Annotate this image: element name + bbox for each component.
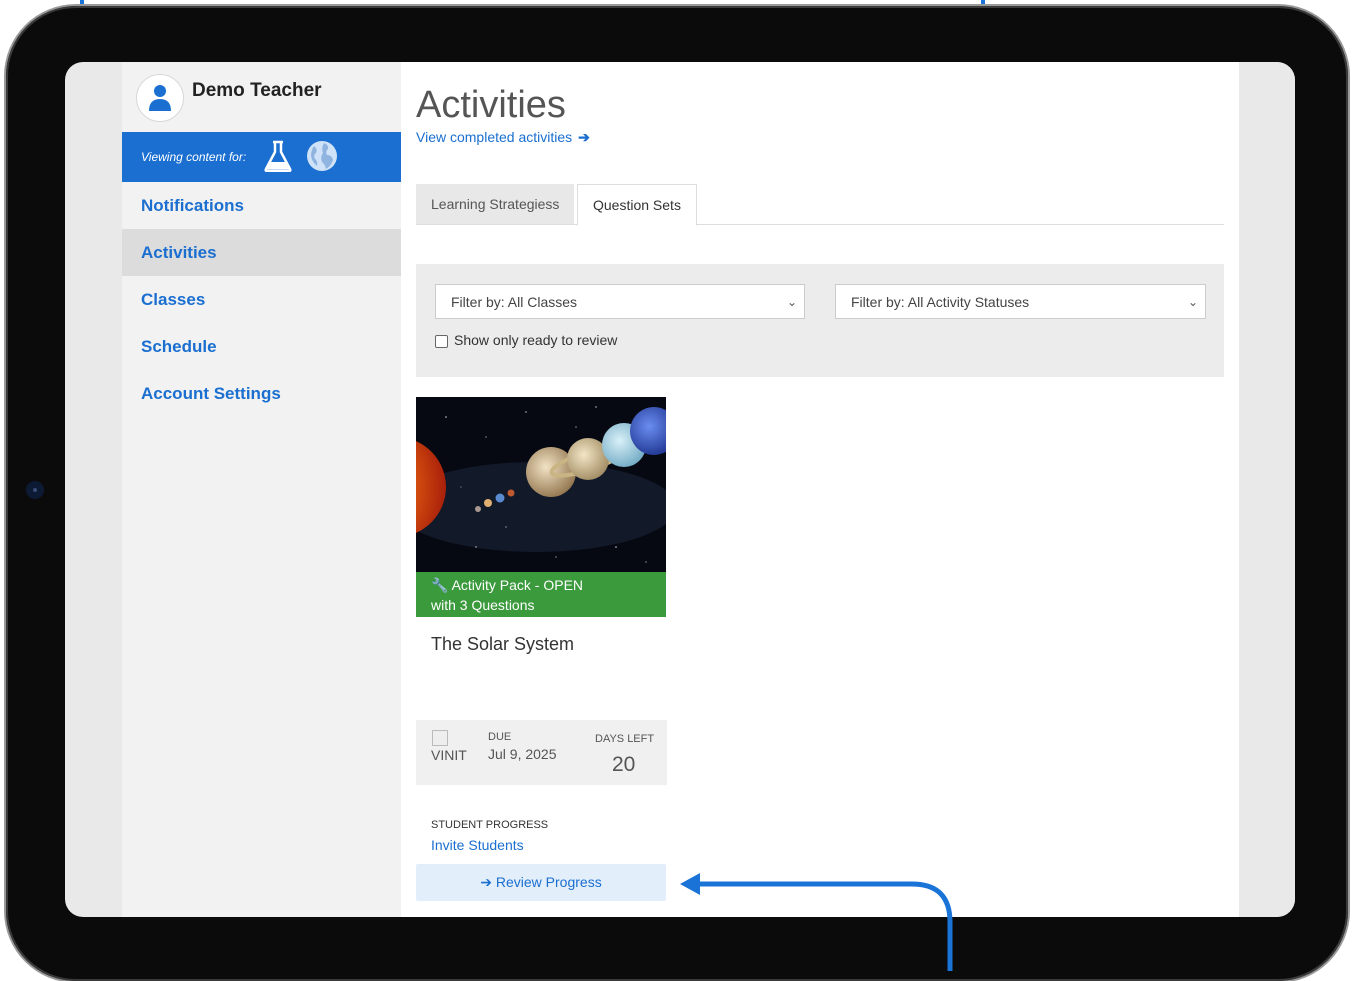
- camera-icon: [26, 481, 44, 499]
- filter-panel: Filter by: All Classes ⌄ Filter by: All …: [416, 264, 1224, 377]
- question-count-text: with 3 Questions: [431, 597, 535, 613]
- arrow-right-icon: ➔: [480, 874, 492, 890]
- app-screen: Demo Teacher Viewing content for: Notifi…: [65, 62, 1295, 917]
- activity-meta: VINIT DUE Jul 9, 2025 DAYS LEFT 20: [416, 720, 667, 785]
- status-filter-value: Filter by: All Activity Statuses: [851, 294, 1030, 310]
- view-completed-link[interactable]: View completed activities ➔: [416, 129, 590, 146]
- main-content: Activities View completed activities ➔ Le…: [401, 62, 1239, 917]
- globe-icon[interactable]: [306, 140, 338, 172]
- tab-question-sets[interactable]: Question Sets: [577, 184, 697, 226]
- sidebar: Demo Teacher Viewing content for: Notifi…: [122, 62, 401, 917]
- invite-students-link[interactable]: Invite Students: [431, 837, 524, 853]
- sidebar-item-schedule[interactable]: Schedule: [122, 323, 401, 370]
- sidebar-item-notifications[interactable]: Notifications: [122, 182, 401, 229]
- science-flask-icon[interactable]: [264, 140, 292, 172]
- arrow-right-icon: ➔: [578, 129, 590, 145]
- avatar[interactable]: [136, 74, 184, 122]
- user-profile[interactable]: Demo Teacher: [122, 62, 401, 132]
- viewing-content-bar: Viewing content for:: [122, 132, 401, 182]
- sidebar-item-activities[interactable]: Activities: [122, 229, 401, 276]
- tab-bar: Learning Strategiess Question Sets: [416, 184, 1224, 226]
- review-progress-label: Review Progress: [495, 874, 602, 890]
- chevron-down-icon: ⌄: [786, 295, 797, 309]
- user-name: Demo Teacher: [192, 80, 322, 101]
- days-left-label: DAYS LEFT: [595, 733, 655, 745]
- sidebar-item-account-settings[interactable]: Account Settings: [122, 370, 401, 417]
- solar-system-image[interactable]: [416, 397, 666, 572]
- student-progress-label: STUDENT PROGRESS: [431, 819, 549, 831]
- right-gutter: [1239, 62, 1295, 917]
- tab-learning-strategies[interactable]: Learning Strategiess: [416, 184, 575, 224]
- activity-status-line: 🔧 Activity Pack - OPEN: [431, 577, 583, 594]
- ready-to-review-label[interactable]: Show only ready to review: [454, 332, 617, 348]
- days-left-value: 20: [612, 753, 636, 776]
- view-completed-link-label: View completed activities: [416, 129, 573, 145]
- activity-title[interactable]: The Solar System: [431, 634, 574, 655]
- activity-status-text: Activity Pack - OPEN: [451, 577, 584, 593]
- class-filter-select[interactable]: Filter by: All Classes ⌄: [435, 284, 805, 319]
- wrench-icon: 🔧: [431, 577, 449, 593]
- due-date: Jul 9, 2025: [488, 746, 557, 762]
- sidebar-nav: Notifications Activities Classes Schedul…: [122, 182, 401, 417]
- class-filter-value: Filter by: All Classes: [451, 294, 578, 310]
- chevron-down-icon: ⌄: [1187, 295, 1198, 309]
- sidebar-item-classes[interactable]: Classes: [122, 276, 401, 323]
- ready-to-review-checkbox[interactable]: [435, 335, 448, 348]
- activity-status-bar: 🔧 Activity Pack - OPEN with 3 Questions: [416, 572, 666, 617]
- class-name: VINIT: [431, 747, 467, 763]
- review-progress-button[interactable]: ➔ Review Progress: [416, 864, 666, 901]
- page-title: Activities: [416, 84, 566, 126]
- due-label: DUE: [488, 731, 512, 743]
- status-filter-select[interactable]: Filter by: All Activity Statuses ⌄: [835, 284, 1206, 319]
- viewing-content-label: Viewing content for:: [141, 150, 247, 164]
- class-image-icon: [432, 730, 448, 746]
- user-icon: [149, 85, 171, 111]
